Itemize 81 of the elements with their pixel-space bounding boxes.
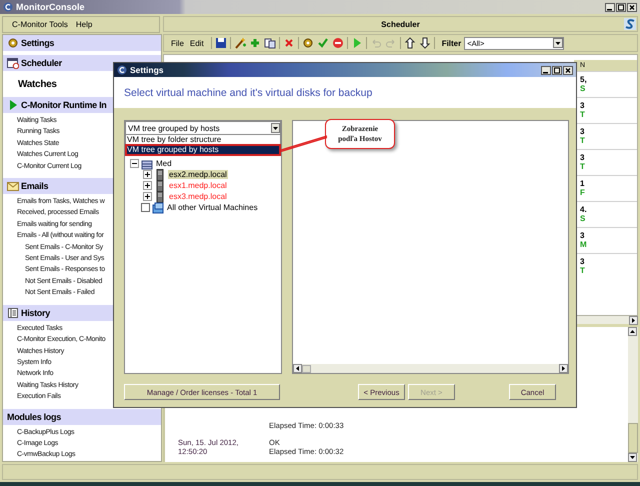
- task-cell-text: 1: [580, 179, 586, 188]
- dropdown-option[interactable]: VM tree by folder structure: [126, 135, 280, 145]
- app-logo-icon: [3, 2, 13, 12]
- menu-item[interactable]: Help: [76, 20, 92, 29]
- up-arrow-icon[interactable]: [404, 37, 416, 49]
- section-title: Emails: [21, 181, 48, 192]
- window-title: MonitorConsole: [16, 2, 84, 12]
- gear-icon: [7, 37, 19, 49]
- stop-icon[interactable]: [332, 37, 344, 49]
- maximize-icon[interactable]: [552, 66, 562, 74]
- section-title: Settings: [21, 38, 54, 48]
- envelope-icon: [7, 180, 19, 192]
- folder-icon: [152, 202, 164, 214]
- task-status: M: [580, 240, 588, 249]
- calendar-clock-icon: [7, 57, 19, 69]
- expand-icon[interactable]: [143, 192, 152, 201]
- play-icon: [7, 99, 19, 111]
- wand-icon[interactable]: [234, 37, 246, 49]
- task-cell-text: 5,: [580, 75, 588, 84]
- app-logo-icon: [117, 65, 127, 75]
- task-cell-text: 3: [580, 231, 586, 240]
- check-icon[interactable]: [316, 37, 329, 49]
- task-status: S: [580, 84, 586, 93]
- documents-icon[interactable]: [264, 37, 276, 49]
- task-cell-text: 3: [580, 153, 586, 162]
- delete-icon[interactable]: [282, 37, 295, 49]
- scroll-thumb[interactable]: [302, 364, 311, 372]
- task-status: F: [580, 188, 586, 197]
- section-title: Modules logs: [7, 412, 61, 422]
- task-cell-text: 4.: [580, 205, 588, 214]
- task-cell-text: 3: [580, 127, 586, 136]
- section-header[interactable]: Settings: [3, 35, 161, 51]
- save-icon[interactable]: [214, 37, 227, 49]
- section-title: History: [21, 308, 50, 318]
- vertical-scrollbar[interactable]: [628, 327, 638, 462]
- close-icon[interactable]: [563, 66, 573, 74]
- task-status: T: [580, 110, 586, 119]
- section-title: C-Monitor Runtime In: [21, 100, 106, 110]
- task-status: T: [580, 266, 586, 275]
- panel-title: Scheduler: [381, 20, 420, 28]
- gear-icon[interactable]: [302, 37, 314, 49]
- section-title: Watches: [18, 78, 57, 90]
- datacenter-icon: [141, 158, 153, 170]
- maximize-icon[interactable]: [616, 2, 626, 12]
- book-icon: [7, 306, 19, 319]
- minimize-icon[interactable]: [605, 2, 615, 12]
- task-cell-text: 3: [580, 257, 586, 266]
- horizontal-scrollbar[interactable]: [293, 364, 568, 373]
- scroll-right-icon[interactable]: [559, 364, 568, 373]
- leader-line: [280, 134, 328, 152]
- checkbox[interactable]: [141, 203, 150, 212]
- task-cell-text: 3: [580, 101, 586, 110]
- collapse-icon[interactable]: [130, 159, 139, 168]
- filter-label: Filter: [442, 38, 462, 48]
- server-icon: [154, 190, 166, 202]
- task-status: S: [580, 214, 586, 223]
- brand-logo-icon: [624, 18, 636, 30]
- section-title: Scheduler: [21, 58, 62, 68]
- section-header[interactable]: Modules logs: [3, 408, 161, 425]
- scroll-up-icon[interactable]: [628, 327, 637, 336]
- down-arrow-icon[interactable]: [418, 37, 431, 49]
- server-icon: [154, 168, 166, 180]
- menu-item[interactable]: File: [171, 38, 184, 48]
- expand-icon[interactable]: [143, 181, 152, 190]
- dropdown-option[interactable]: VM tree grouped by hosts: [126, 145, 280, 155]
- task-status: T: [580, 136, 586, 145]
- task-status: T: [580, 162, 586, 171]
- tree-item[interactable]: Med: [155, 159, 173, 168]
- close-icon[interactable]: [627, 2, 637, 12]
- tree-item[interactable]: All other Virtual Machines: [166, 203, 259, 212]
- minimize-icon[interactable]: [541, 66, 551, 74]
- menu-item[interactable]: Edit: [190, 38, 204, 48]
- tree-item[interactable]: esx2.medp.local: [168, 170, 228, 179]
- scroll-right-icon[interactable]: [629, 316, 638, 324]
- scroll-thumb[interactable]: [628, 423, 638, 453]
- scroll-left-icon[interactable]: [293, 364, 302, 373]
- scroll-down-icon[interactable]: [628, 453, 637, 462]
- tree-item[interactable]: esx3.medp.local: [168, 192, 228, 201]
- expand-icon[interactable]: [143, 170, 152, 179]
- menu-item[interactable]: C-Monitor Tools: [12, 20, 68, 29]
- tree-item[interactable]: esx1.medp.local: [168, 181, 228, 190]
